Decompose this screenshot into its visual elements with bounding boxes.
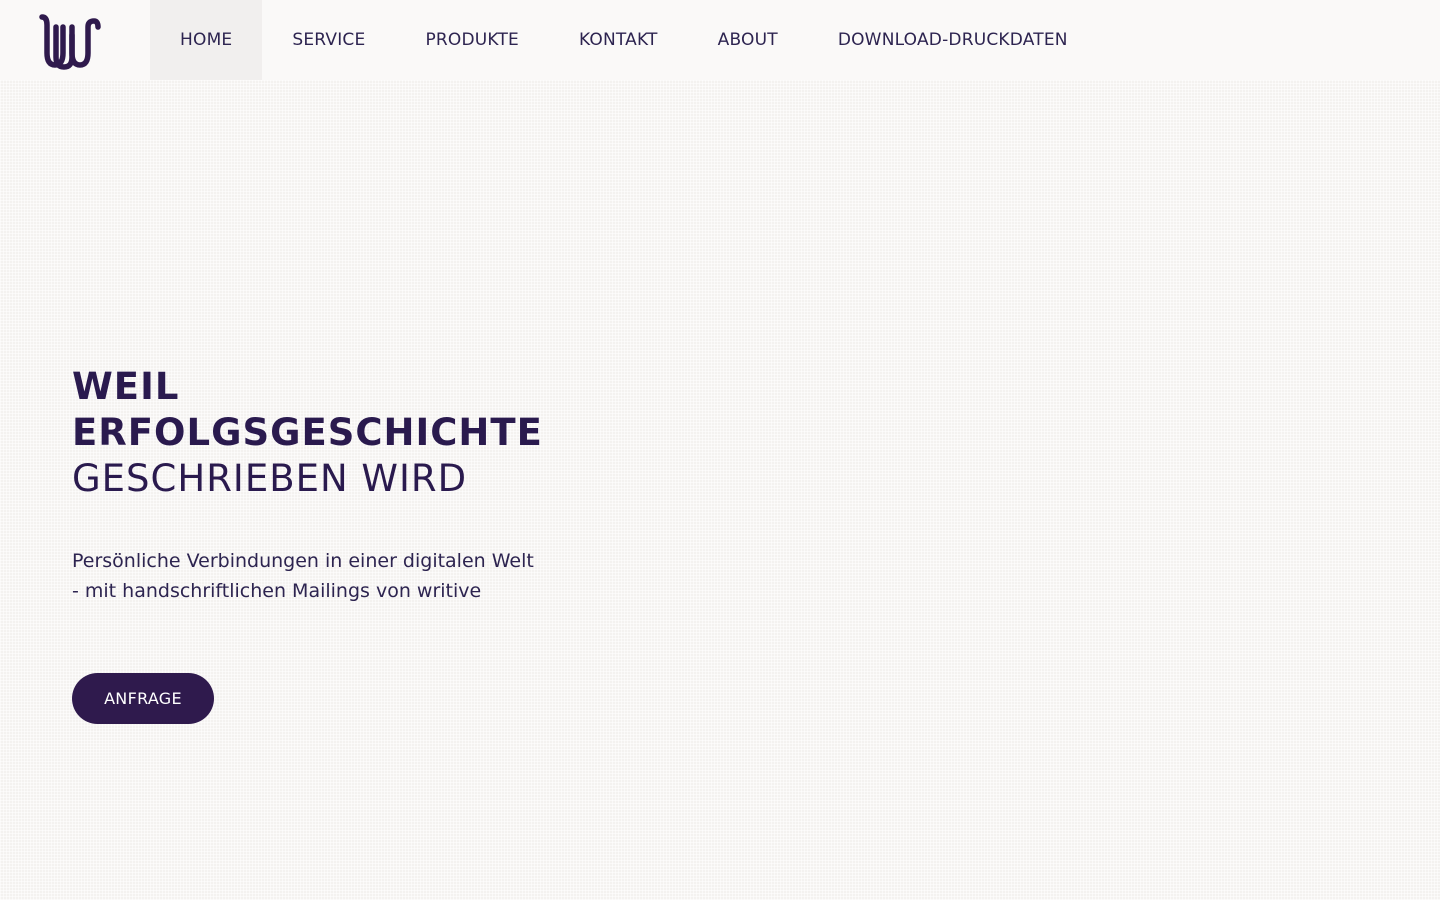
- hero-title-line-3: GESCHRIEBEN WIRD: [72, 457, 468, 500]
- hero-title-line-1: WEIL: [72, 365, 180, 408]
- hero-title-line-2: ERFOLGSGESCHICHTE: [72, 411, 543, 454]
- hero-subtitle: Persönliche Verbindungen in einer digita…: [72, 550, 534, 602]
- hero-section: WEIL ERFOLGSGESCHICHTE GESCHRIEBEN WIRD …: [72, 364, 632, 606]
- nav-item-home[interactable]: HOME: [150, 0, 263, 80]
- main-navigation: HOME SERVICE PRODUKTE KONTAKT ABOUT DOWN…: [150, 0, 1098, 80]
- anfrage-button[interactable]: ANFRAGE: [72, 673, 214, 724]
- nav-item-service[interactable]: SERVICE: [262, 0, 395, 80]
- nav-item-produkte[interactable]: PRODUKTE: [395, 0, 549, 80]
- site-header: HOME SERVICE PRODUKTE KONTAKT ABOUT DOWN…: [0, 0, 1440, 80]
- hero-title: WEIL ERFOLGSGESCHICHTE GESCHRIEBEN WIRD: [72, 364, 632, 502]
- nav-item-about[interactable]: ABOUT: [688, 0, 808, 80]
- nav-item-download-druckdaten[interactable]: DOWNLOAD-DRUCKDATEN: [808, 0, 1098, 80]
- nav-item-kontakt[interactable]: KONTAKT: [549, 0, 688, 80]
- writive-logo-icon[interactable]: [38, 13, 102, 71]
